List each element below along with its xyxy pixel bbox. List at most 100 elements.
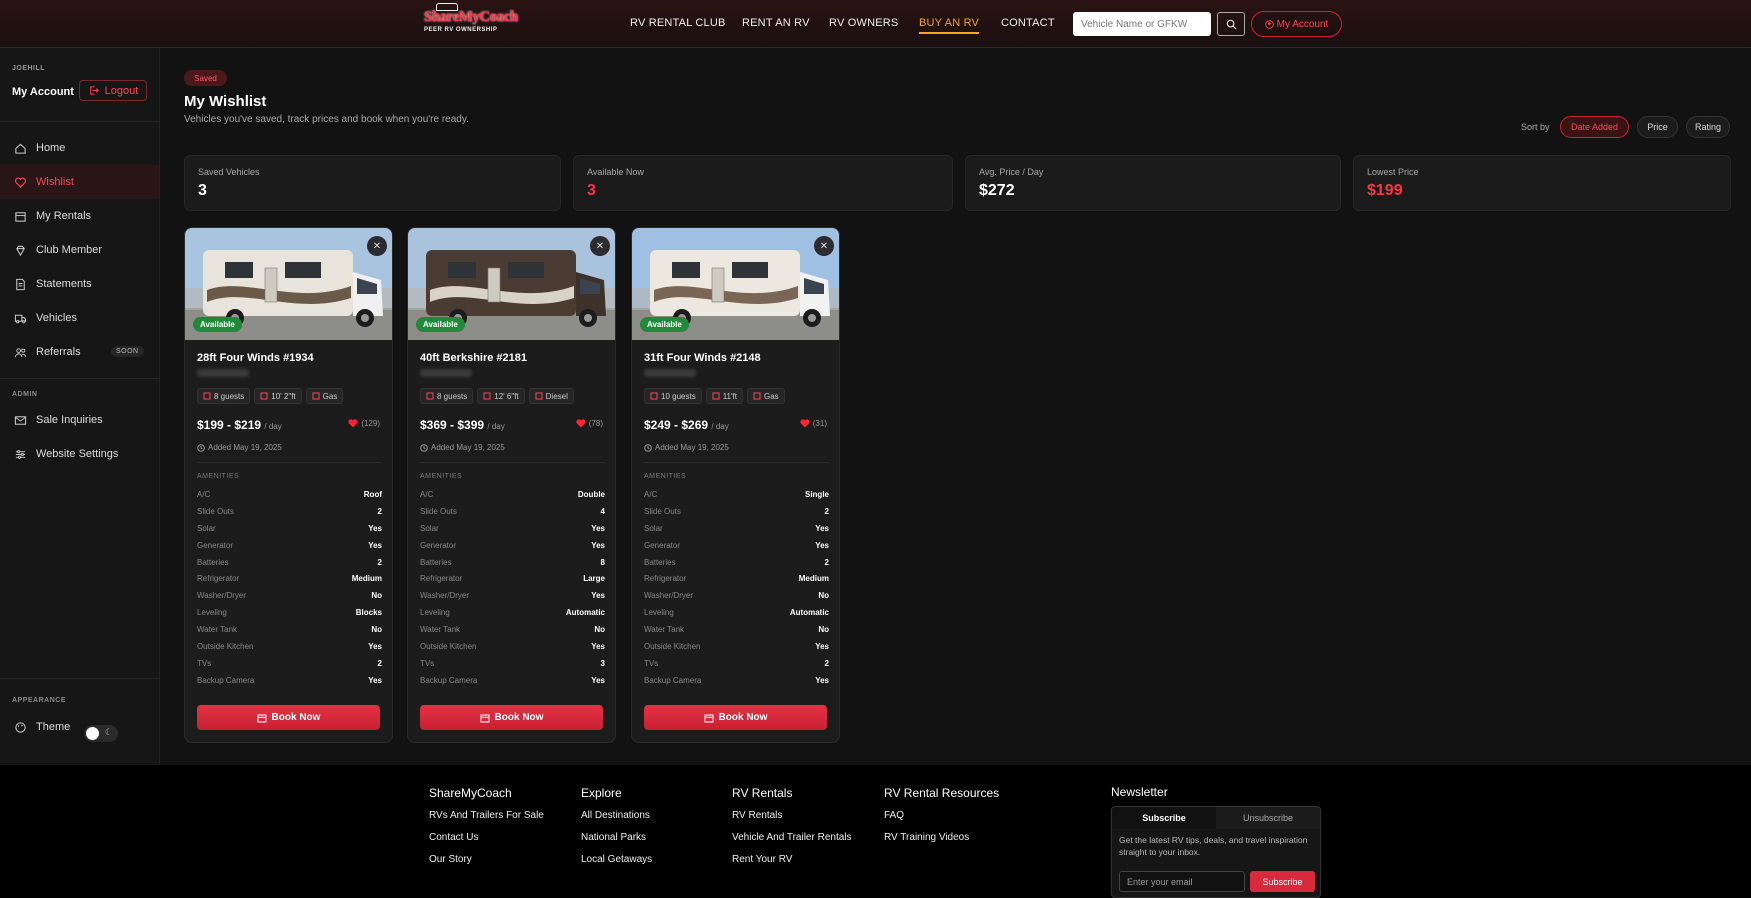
remove-from-wishlist-button[interactable]: ✕ — [367, 236, 387, 256]
search-button[interactable] — [1217, 12, 1245, 36]
nav-rv-owners[interactable]: RV OWNERS — [829, 17, 898, 29]
chip-label: 12' 6"ft — [494, 391, 519, 401]
amenity-value: 2 — [824, 506, 829, 516]
sidebar-account-label[interactable]: My Account — [12, 86, 74, 98]
page-title: My Wishlist — [184, 93, 267, 110]
sidebar-item-my-rentals[interactable]: My Rentals — [0, 199, 159, 233]
vehicle-title[interactable]: 31ft Four Winds #2148 — [644, 352, 761, 364]
amenity-key: Batteries — [420, 557, 452, 567]
footer-link[interactable]: RVs And Trailers For Sale — [429, 810, 544, 821]
footer-link[interactable]: All Destinations — [581, 810, 652, 821]
footer-link[interactable]: Our Story — [429, 854, 544, 865]
sort-rating-button[interactable]: Rating — [1686, 116, 1730, 138]
wishlist-card[interactable]: ✕ Available 31ft Four Winds #2148 10 gue… — [631, 227, 840, 743]
amenity-value: 2 — [824, 557, 829, 567]
amenity-key: Washer/Dryer — [197, 591, 247, 601]
remove-from-wishlist-button[interactable]: ✕ — [814, 236, 834, 256]
sidebar-item-wishlist[interactable]: Wishlist — [0, 165, 159, 199]
amenity-key: Slide Outs — [197, 506, 234, 516]
users-icon — [14, 347, 27, 357]
amenity-value: Yes — [368, 523, 382, 533]
mail-icon — [14, 415, 27, 425]
book-now-button[interactable]: Book Now — [197, 705, 380, 730]
truck-icon — [14, 314, 27, 323]
nav-rv-rental-club[interactable]: RV RENTAL CLUB — [630, 17, 726, 29]
like-count-value: (78) — [588, 419, 603, 428]
newsletter-box: Subscribe Unsubscribe Get the latest RV … — [1111, 806, 1321, 898]
nav-rent-an-rv[interactable]: RENT AN RV — [742, 17, 810, 29]
stat-value: $272 — [979, 182, 1015, 199]
footer-link[interactable]: Contact Us — [429, 832, 544, 843]
vehicle-title[interactable]: 40ft Berkshire #2181 — [420, 352, 527, 364]
remove-from-wishlist-button[interactable]: ✕ — [590, 236, 610, 256]
tab-unsubscribe[interactable]: Unsubscribe — [1216, 807, 1320, 829]
footer-link[interactable]: RV Training Videos — [884, 832, 999, 843]
amenity-row: TVs 2 — [197, 655, 382, 672]
footer-link[interactable]: RV Rentals — [732, 810, 852, 821]
spec-chip: 8 guests — [197, 388, 251, 404]
like-count[interactable]: (31) — [800, 419, 827, 428]
amenity-row: Batteries 8 — [420, 554, 605, 571]
amenity-row: Backup Camera Yes — [420, 672, 605, 689]
wishlist-card[interactable]: ✕ Available 28ft Four Winds #1934 8 gues… — [184, 227, 393, 743]
book-now-button[interactable]: Book Now — [644, 705, 827, 730]
amenity-value: Yes — [591, 675, 605, 685]
sidebar-item-website-settings[interactable]: Website Settings — [0, 437, 159, 471]
book-now-label: Book Now — [271, 712, 321, 723]
footer-link[interactable]: Rent Your RV — [732, 854, 852, 865]
amenity-row: A/C Double — [420, 486, 605, 503]
amenity-value: Automatic — [565, 608, 605, 618]
footer-link[interactable]: National Parks — [581, 832, 652, 843]
rv-photo[interactable]: ✕ Available — [185, 228, 392, 340]
like-count[interactable]: (129) — [348, 419, 380, 428]
rv-photo[interactable]: ✕ Available — [408, 228, 615, 340]
moon-icon: ☾ — [104, 727, 113, 737]
stat-lowest-price: Lowest Price $199 — [1353, 155, 1731, 211]
fuel-icon — [535, 392, 543, 400]
logout-button[interactable]: Logout — [79, 80, 147, 101]
footer-link[interactable]: FAQ — [884, 810, 999, 821]
amenities-list: A/C Roof Slide Outs 2 Solar Yes Generato… — [197, 486, 382, 689]
amenity-value: Yes — [591, 540, 605, 550]
sidebar-item-vehicles[interactable]: Vehicles — [0, 301, 159, 335]
footer-col-rv-rental-resources: RV Rental Resources FAQ RV Training Vide… — [884, 786, 999, 854]
added-date-text: Added May 19, 2025 — [655, 443, 729, 452]
wishlist-card[interactable]: ✕ Available 40ft Berkshire #2181 8 guest… — [407, 227, 616, 743]
newsletter-subscribe-button[interactable]: Subscribe — [1250, 871, 1315, 892]
sidebar-item-referrals[interactable]: Referrals SOON — [0, 335, 159, 369]
sort-date-added-button[interactable]: Date Added — [1560, 116, 1629, 138]
amenity-value: 3 — [600, 658, 605, 668]
nav-contact[interactable]: CONTACT — [1001, 17, 1055, 29]
soon-badge: SOON — [111, 346, 144, 357]
calendar-icon — [480, 714, 490, 722]
amenity-value: Yes — [591, 641, 605, 651]
heart-icon — [576, 419, 586, 428]
sidebar-item-sale-inquiries[interactable]: Sale Inquiries — [0, 403, 159, 437]
newsletter-email-input[interactable] — [1119, 871, 1245, 892]
tab-subscribe[interactable]: Subscribe — [1112, 807, 1216, 829]
footer-link[interactable]: Vehicle And Trailer Rentals — [732, 832, 852, 843]
like-count[interactable]: (78) — [576, 419, 603, 428]
redacted-location — [644, 369, 696, 377]
search-input[interactable] — [1073, 12, 1211, 36]
amenity-value: No — [371, 591, 382, 601]
my-account-button[interactable]: My Account — [1251, 11, 1342, 37]
sidebar-divider — [0, 121, 159, 122]
vehicle-title[interactable]: 28ft Four Winds #1934 — [197, 352, 314, 364]
saved-badge: Saved — [184, 70, 227, 86]
footer-link[interactable]: Local Getaways — [581, 854, 652, 865]
chip-label: Gas — [763, 391, 779, 401]
sidebar-item-club-member[interactable]: Club Member — [0, 233, 159, 267]
amenity-value: Single — [804, 489, 829, 499]
book-now-button[interactable]: Book Now — [420, 705, 603, 730]
rv-photo[interactable]: ✕ Available — [632, 228, 839, 340]
sort-price-button[interactable]: Price — [1637, 116, 1678, 138]
theme-toggle[interactable]: ☾ — [84, 725, 118, 742]
card-divider — [420, 462, 605, 463]
sidebar-item-home[interactable]: Home — [0, 131, 159, 165]
amenity-key: A/C — [197, 489, 211, 499]
sidebar-item-statements[interactable]: Statements — [0, 267, 159, 301]
nav-buy-an-rv[interactable]: BUY AN RV — [919, 17, 980, 34]
logo[interactable]: ShareMyCoach PEER RV OWNERSHIP — [424, 3, 518, 39]
footer-heading: RV Rental Resources — [884, 786, 1000, 800]
